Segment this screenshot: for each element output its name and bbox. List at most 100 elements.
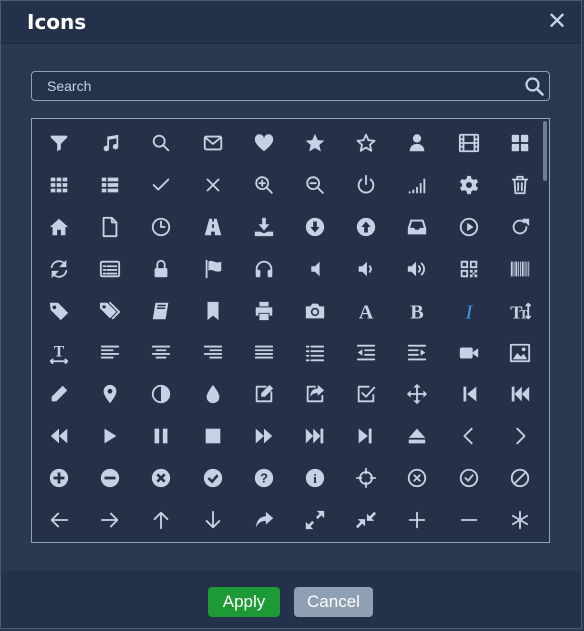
question-sign-icon[interactable]: ? bbox=[242, 460, 286, 496]
pencil-icon[interactable] bbox=[37, 376, 81, 412]
volume-up-icon[interactable] bbox=[395, 251, 439, 287]
envelope-icon[interactable] bbox=[191, 125, 235, 161]
indent-left-icon[interactable] bbox=[344, 335, 388, 371]
inbox-icon[interactable] bbox=[395, 209, 439, 245]
arrow-right-icon[interactable] bbox=[88, 502, 132, 538]
ok-circle-icon[interactable] bbox=[447, 460, 491, 496]
scrollbar[interactable] bbox=[543, 121, 547, 181]
eject-icon[interactable] bbox=[395, 418, 439, 454]
share-alt-icon[interactable] bbox=[242, 502, 286, 538]
arrow-up-icon[interactable] bbox=[139, 502, 183, 538]
edit-icon[interactable] bbox=[242, 376, 286, 412]
music-icon[interactable] bbox=[88, 125, 132, 161]
volume-off-icon[interactable] bbox=[293, 251, 337, 287]
backward-icon[interactable] bbox=[37, 418, 81, 454]
user-icon[interactable] bbox=[395, 125, 439, 161]
signal-icon[interactable] bbox=[395, 167, 439, 203]
cancel-button[interactable]: Cancel bbox=[294, 587, 373, 617]
qrcode-icon[interactable] bbox=[447, 251, 491, 287]
file-icon[interactable] bbox=[88, 209, 132, 245]
text-height-icon[interactable]: TT bbox=[498, 293, 542, 329]
step-backward-icon[interactable] bbox=[447, 376, 491, 412]
home-icon[interactable] bbox=[37, 209, 81, 245]
plus-sign-icon[interactable] bbox=[37, 460, 81, 496]
info-sign-icon[interactable]: i bbox=[293, 460, 337, 496]
close-icon[interactable]: ✕ bbox=[545, 8, 569, 34]
chevron-left-icon[interactable] bbox=[447, 418, 491, 454]
asterisk-icon[interactable] bbox=[498, 502, 542, 538]
text-width-icon[interactable]: T bbox=[37, 335, 81, 371]
camera-icon[interactable] bbox=[293, 293, 337, 329]
picture-icon[interactable] bbox=[498, 335, 542, 371]
tag-icon[interactable] bbox=[37, 293, 81, 329]
book-icon[interactable] bbox=[139, 293, 183, 329]
font-icon[interactable]: A bbox=[344, 293, 388, 329]
headphones-icon[interactable] bbox=[242, 251, 286, 287]
list-alt-icon[interactable] bbox=[88, 251, 132, 287]
minus-icon[interactable] bbox=[447, 502, 491, 538]
forward-icon[interactable] bbox=[242, 418, 286, 454]
refresh-icon[interactable] bbox=[37, 251, 81, 287]
th-large-icon[interactable] bbox=[498, 125, 542, 161]
ok-sign-icon[interactable] bbox=[191, 460, 235, 496]
print-icon[interactable] bbox=[242, 293, 286, 329]
remove-circle-icon[interactable] bbox=[395, 460, 439, 496]
align-left-icon[interactable] bbox=[88, 335, 132, 371]
cog-icon[interactable] bbox=[447, 167, 491, 203]
repeat-icon[interactable] bbox=[498, 209, 542, 245]
download-alt-icon[interactable] bbox=[242, 209, 286, 245]
resize-full-icon[interactable] bbox=[293, 502, 337, 538]
th-icon[interactable] bbox=[37, 167, 81, 203]
star-empty-icon[interactable] bbox=[344, 125, 388, 161]
resize-small-icon[interactable] bbox=[344, 502, 388, 538]
trash-icon[interactable] bbox=[498, 167, 542, 203]
facetime-video-icon[interactable] bbox=[447, 335, 491, 371]
pause-icon[interactable] bbox=[139, 418, 183, 454]
icon-grid-panel[interactable]: A B I T T T? i bbox=[31, 118, 550, 543]
tags-icon[interactable] bbox=[88, 293, 132, 329]
apply-button[interactable]: Apply bbox=[208, 587, 280, 617]
zoom-in-icon[interactable] bbox=[242, 167, 286, 203]
screenshot-icon[interactable] bbox=[344, 460, 388, 496]
arrow-down-icon[interactable] bbox=[191, 502, 235, 538]
search-icon[interactable] bbox=[139, 125, 183, 161]
stop-icon[interactable] bbox=[191, 418, 235, 454]
time-icon[interactable] bbox=[139, 209, 183, 245]
download-icon[interactable] bbox=[293, 209, 337, 245]
ok-icon[interactable] bbox=[139, 167, 183, 203]
remove-icon[interactable] bbox=[191, 167, 235, 203]
chevron-right-icon[interactable] bbox=[498, 418, 542, 454]
th-list-icon[interactable] bbox=[88, 167, 132, 203]
share-icon[interactable] bbox=[293, 376, 337, 412]
filter-icon[interactable] bbox=[37, 125, 81, 161]
italic-icon[interactable]: I bbox=[447, 293, 491, 329]
road-icon[interactable] bbox=[191, 209, 235, 245]
move-icon[interactable] bbox=[395, 376, 439, 412]
lock-icon[interactable] bbox=[139, 251, 183, 287]
map-marker-icon[interactable] bbox=[88, 376, 132, 412]
fast-backward-icon[interactable] bbox=[498, 376, 542, 412]
align-center-icon[interactable] bbox=[139, 335, 183, 371]
arrow-left-icon[interactable] bbox=[37, 502, 81, 538]
tint-icon[interactable] bbox=[191, 376, 235, 412]
film-icon[interactable] bbox=[447, 125, 491, 161]
bookmark-icon[interactable] bbox=[191, 293, 235, 329]
plus-icon[interactable] bbox=[395, 502, 439, 538]
ban-circle-icon[interactable] bbox=[498, 460, 542, 496]
play-circle-icon[interactable] bbox=[447, 209, 491, 245]
star-icon[interactable] bbox=[293, 125, 337, 161]
upload-icon[interactable] bbox=[344, 209, 388, 245]
fast-forward-icon[interactable] bbox=[293, 418, 337, 454]
remove-sign-icon[interactable] bbox=[139, 460, 183, 496]
barcode-icon[interactable] bbox=[498, 251, 542, 287]
adjust-icon[interactable] bbox=[139, 376, 183, 412]
check-icon[interactable] bbox=[344, 376, 388, 412]
bold-icon[interactable]: B bbox=[395, 293, 439, 329]
indent-right-icon[interactable] bbox=[395, 335, 439, 371]
search-icon[interactable] bbox=[524, 76, 544, 96]
play-icon[interactable] bbox=[88, 418, 132, 454]
volume-down-icon[interactable] bbox=[344, 251, 388, 287]
step-forward-icon[interactable] bbox=[344, 418, 388, 454]
heart-icon[interactable] bbox=[242, 125, 286, 161]
align-right-icon[interactable] bbox=[191, 335, 235, 371]
